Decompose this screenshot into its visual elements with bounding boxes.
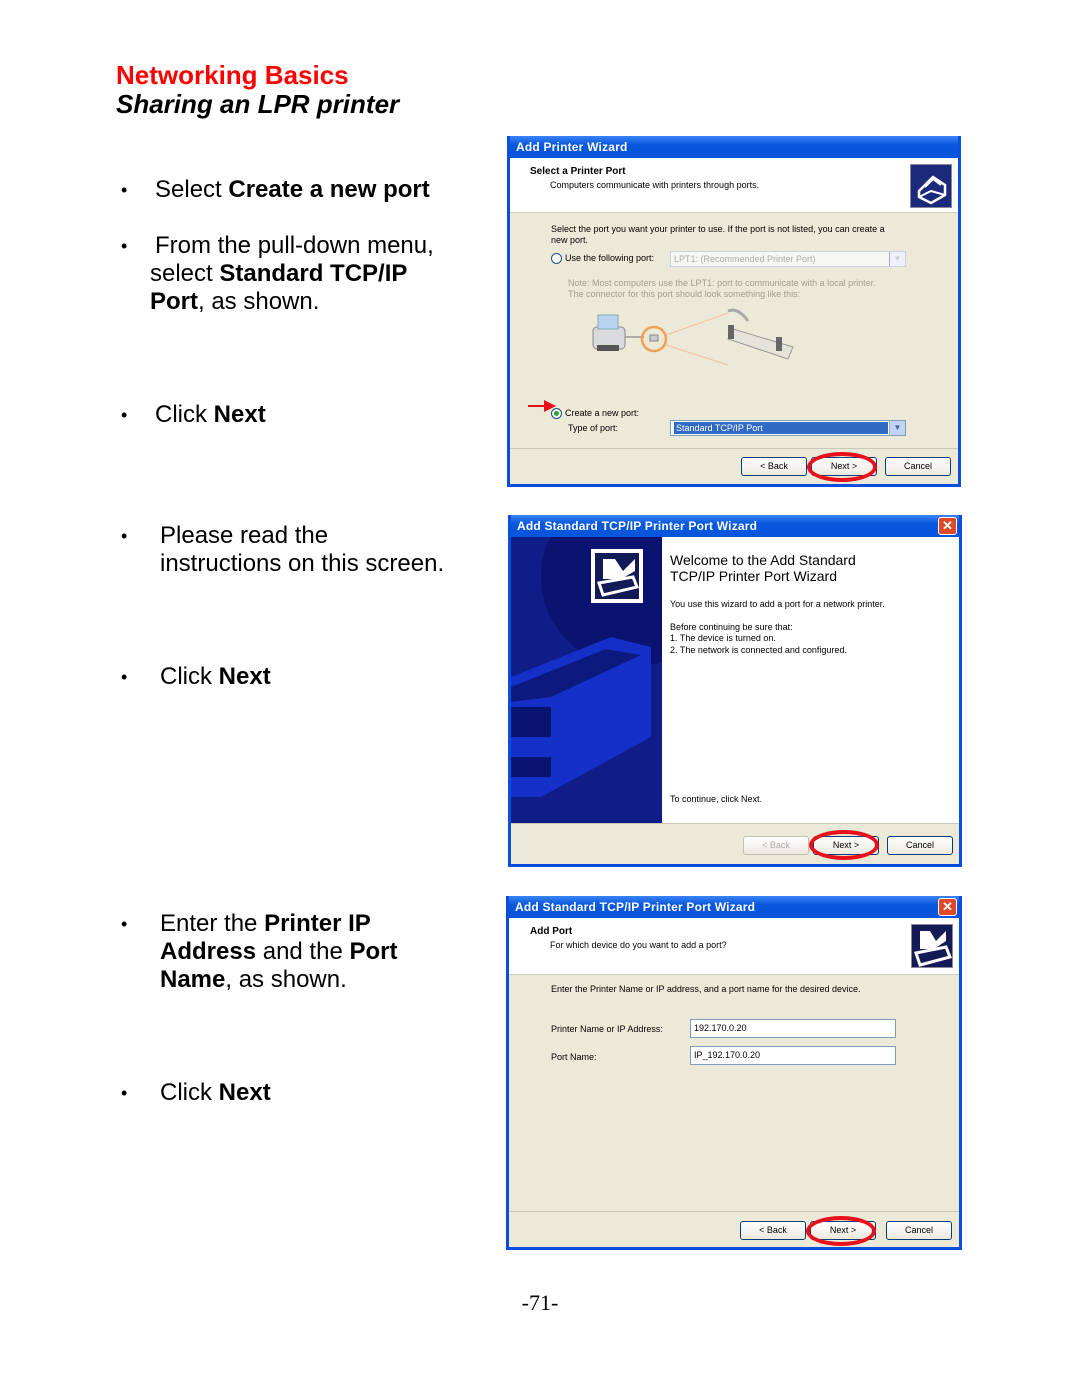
instruction-4-line2: instructions on this screen.	[160, 550, 445, 577]
existing-port-dropdown[interactable]: LPT1: (Recommended Printer Port) ▼	[670, 251, 906, 267]
wizard-footer: < Back Next > Cancel	[511, 823, 959, 864]
wizard-footer: < Back Next > Cancel	[510, 448, 958, 484]
welcome-content: Welcome to the Add Standard TCP/IP Print…	[662, 537, 959, 823]
bullet-icon: •	[121, 1083, 128, 1103]
port-name-label: Port Name:	[551, 1052, 597, 1062]
intro-text-line2: new port.	[551, 235, 589, 245]
highlight-circle	[806, 1216, 876, 1246]
close-button[interactable]: ✕	[938, 517, 957, 535]
window-title-bar: Add Printer Wizard	[510, 136, 958, 158]
cancel-button[interactable]: Cancel	[886, 1221, 952, 1240]
instruction-1: • Select Create a new port	[121, 176, 430, 203]
wizard-heading: Select a Printer Port	[530, 166, 626, 177]
tcpip-port-wizard-add-port-window: Add Standard TCP/IP Printer Port Wizard …	[506, 896, 962, 1250]
wizard-footer: < Back Next > Cancel	[509, 1211, 959, 1247]
parallel-port-illustration	[588, 307, 808, 369]
wizard-body: Select the port you want your printer to…	[510, 213, 958, 484]
instruction-6-line3: Name, as shown.	[160, 966, 347, 993]
intro-text: Select the port you want your printer to…	[551, 224, 885, 234]
printer-icon	[910, 164, 952, 208]
wizard-header: Select a Printer Port Computers communic…	[510, 158, 958, 213]
bullet-icon: •	[121, 180, 128, 200]
bullet-icon: •	[121, 236, 128, 256]
port-type-dropdown[interactable]: Standard TCP/IP Port ▼	[670, 420, 906, 436]
bullet-icon: •	[121, 526, 128, 546]
continue-text: To continue, click Next.	[670, 794, 763, 804]
instruction-5: • Click Next	[121, 663, 271, 690]
instruction-2-line3: Port, as shown.	[150, 288, 320, 315]
prerequisite-item: 1. The device is turned on.	[670, 633, 776, 643]
ip-address-input[interactable]: 192.170.0.20	[690, 1019, 896, 1038]
wizard-subheading: For which device do you want to add a po…	[550, 940, 727, 950]
use-following-port-radio[interactable]	[551, 253, 562, 264]
instruction-2-line2: select Standard TCP/IP	[150, 260, 408, 287]
prerequisite-item: 2. The network is connected and configur…	[670, 645, 847, 655]
port-name-input[interactable]: IP_192.170.0.20	[690, 1046, 896, 1065]
wizard-header: Add Port For which device do you want to…	[509, 918, 959, 975]
window-title-bar: Add Standard TCP/IP Printer Port Wizard …	[509, 896, 959, 918]
port-type-label: Type of port:	[568, 423, 619, 433]
back-button[interactable]: < Back	[741, 457, 807, 476]
chevron-down-icon: ▼	[889, 421, 905, 435]
instruction-4: • Please read the	[121, 522, 329, 549]
window-title-bar: Add Standard TCP/IP Printer Port Wizard …	[511, 515, 959, 537]
bullet-icon: •	[121, 914, 128, 934]
section-title: Networking Basics	[116, 60, 349, 90]
window-title: Add Standard TCP/IP Printer Port Wizard	[515, 900, 756, 914]
instruction-6: • Enter the Printer IP	[121, 910, 371, 937]
cancel-button[interactable]: Cancel	[885, 457, 951, 476]
wizard-subheading: Computers communicate with printers thro…	[550, 180, 760, 190]
prerequisites-heading: Before continuing be sure that:	[670, 622, 793, 632]
wizard-heading: Add Port	[530, 926, 573, 937]
note-text: Note: Most computers use the LPT1: port …	[568, 278, 876, 288]
tcpip-port-wizard-welcome-window: Add Standard TCP/IP Printer Port Wizard …	[508, 515, 962, 867]
printer-port-icon	[911, 924, 953, 968]
window-title: Add Standard TCP/IP Printer Port Wizard	[517, 519, 758, 533]
intro-text: Enter the Printer Name or IP address, an…	[551, 984, 861, 994]
page-number: -71-	[521, 1290, 559, 1315]
back-button[interactable]: < Back	[743, 836, 809, 855]
note-text-line2: The connector for this port should look …	[568, 289, 801, 299]
instruction-6-line2: Address and the Port	[160, 938, 398, 965]
highlight-circle	[807, 452, 877, 482]
back-button[interactable]: < Back	[740, 1221, 806, 1240]
wizard-side-banner	[511, 537, 662, 823]
bullet-icon: •	[121, 405, 128, 425]
instruction-3: • Click Next	[121, 401, 266, 428]
window-title: Add Printer Wizard	[516, 140, 628, 154]
instruction-2: • From the pull-down menu,	[121, 232, 434, 259]
wizard-description: You use this wizard to add a port for a …	[670, 599, 885, 609]
cancel-button[interactable]: Cancel	[887, 836, 953, 855]
ip-address-label: Printer Name or IP Address:	[551, 1024, 663, 1034]
highlight-circle	[809, 830, 879, 860]
page-subtitle: Sharing an LPR printer	[116, 89, 400, 119]
add-printer-wizard-window: Add Printer Wizard Select a Printer Port…	[507, 136, 961, 487]
chevron-down-icon: ▼	[889, 252, 905, 266]
close-button[interactable]: ✕	[938, 898, 957, 916]
wizard-body: Enter the Printer Name or IP address, an…	[509, 975, 959, 1247]
welcome-heading: Welcome to the Add Standard TCP/IP Print…	[670, 552, 856, 584]
use-following-port-label: Use the following port:	[565, 253, 655, 263]
create-new-port-radio[interactable]	[551, 408, 562, 419]
create-new-port-label: Create a new port:	[565, 408, 640, 418]
instruction-7: • Click Next	[121, 1079, 271, 1106]
bullet-icon: •	[121, 667, 128, 687]
